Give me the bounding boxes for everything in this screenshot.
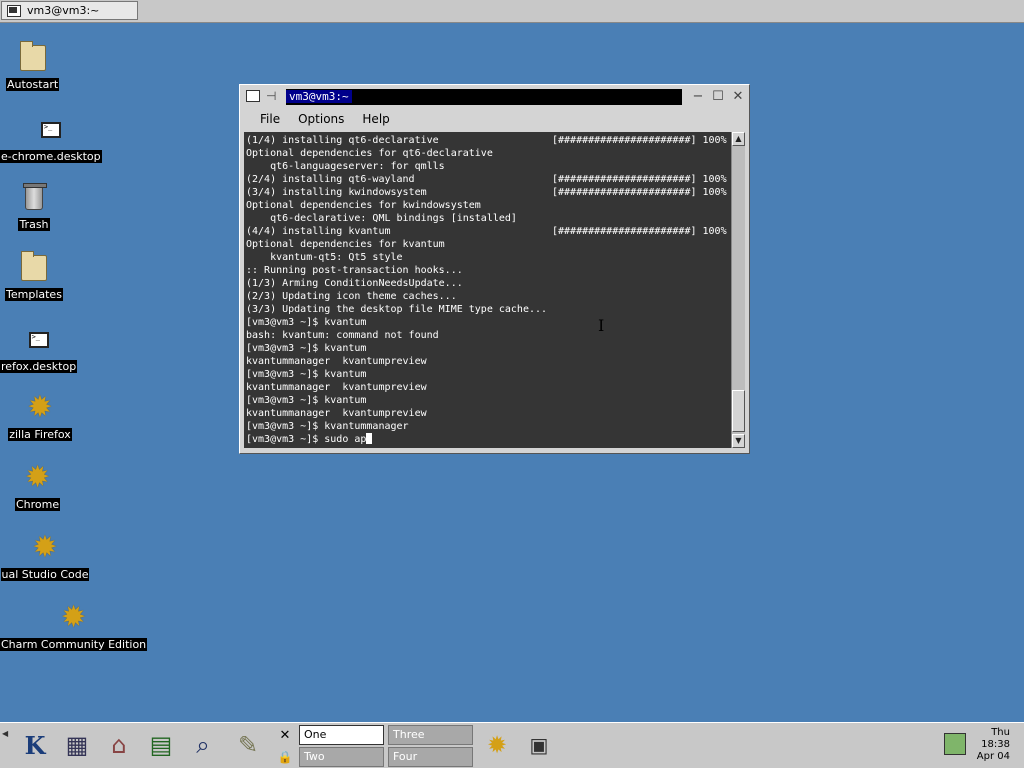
trash-icon (23, 183, 47, 210)
scroll-thumb[interactable] (732, 390, 745, 432)
desktop-icon-label: Autostart (6, 78, 60, 91)
desktop-icon-label: refox.desktop (0, 360, 78, 373)
clock-date: Apr 04 (976, 751, 1010, 762)
desktop-icon-autostart[interactable]: Autostart (6, 40, 60, 91)
progress-bar-text: [######################] 100% (552, 187, 727, 198)
terminal-line: [vm3@vm3 ~]$ kvantum (246, 343, 367, 354)
terminal-output[interactable]: (1/4) installing qt6-declarative [#######… (244, 132, 731, 448)
terminal-line: [vm3@vm3 ~]$ kvantum (246, 369, 367, 380)
desktop-icon-firefox-desktop[interactable]: refox.desktop (0, 322, 78, 373)
network-tray-icon[interactable] (944, 733, 966, 755)
terminal-line: (2/4) installing qt6-wayland [###########… (246, 174, 727, 185)
terminal-line: [vm3@vm3 ~]$ kvantum (246, 395, 367, 406)
minimize-icon[interactable]: − (690, 89, 706, 105)
menu-file[interactable]: File (260, 112, 280, 126)
terminal-line: (2/3) Updating icon theme caches... (246, 291, 457, 302)
taskbar-task-label: vm3@vm3:~ (27, 4, 100, 17)
desktop-icon-label: ual Studio Code (0, 568, 90, 581)
terminal-line: (4/4) installing kvantum [###############… (246, 226, 727, 237)
search-icon[interactable]: ⌕ (184, 725, 222, 765)
terminal-line: Optional dependencies for kvantum (246, 239, 445, 250)
desktop-icon-label: Trash (18, 218, 50, 231)
tools-icon[interactable]: ✎ (226, 725, 270, 765)
terminal-line: Optional dependencies for kwindowsystem (246, 200, 481, 211)
bottom-panel: ◀ K ▦ ⌂ ▤ ⌕ ✎ ✕ 🔒 One Three Two Four ✹ ▣… (0, 722, 1024, 768)
terminal-file-icon (40, 122, 61, 138)
desktop-icon-templates[interactable]: Templates (5, 250, 63, 301)
terminal-line: Optional dependencies for qt6-declarativ… (246, 148, 493, 159)
desktop-icon-pycharm[interactable]: ✹ Charm Community Edition (0, 600, 148, 651)
desktop-icon-label: Templates (5, 288, 63, 301)
window-list-icon[interactable]: ▦ (58, 725, 96, 765)
terminal-line: kvantum-qt5: Qt5 style (246, 252, 403, 263)
terminal-line: (3/3) Updating the desktop file MIME typ… (246, 304, 548, 315)
terminal-window: ⊣ vm3@vm3:~ − ☐ ✕ File Options Help (1/4… (239, 84, 750, 454)
gear-icon: ✹ (32, 530, 58, 565)
terminal-file-icon (28, 332, 49, 348)
lock-icon[interactable]: 🔒 (274, 747, 296, 767)
clock[interactable]: Thu 18:38 Apr 04 (970, 727, 1010, 763)
desktop-icon-chrome-desktop[interactable]: e-chrome.desktop (0, 112, 102, 163)
clock-time: 18:38 (981, 739, 1010, 750)
settings-gear-icon[interactable]: ✹ (478, 725, 516, 765)
home-icon[interactable]: ⌂ (100, 725, 138, 765)
desktop-two[interactable]: Two (299, 747, 384, 767)
progress-bar-text: [######################] 100% (552, 226, 727, 237)
desktop-icon-trash[interactable]: Trash (16, 180, 52, 231)
desktop-three[interactable]: Three (388, 725, 473, 745)
panel-handle-icon[interactable]: ◀ (2, 729, 12, 763)
close-icon[interactable]: ✕ (730, 89, 746, 105)
terminal-line: kvantummanager kvantumpreview (246, 382, 427, 393)
vertical-scrollbar[interactable]: ▲ ▼ (731, 132, 745, 448)
desktop-icon-label: Chrome (15, 498, 61, 511)
progress-bar-text: [######################] 100% (552, 174, 727, 185)
scroll-up-icon[interactable]: ▲ (732, 132, 745, 146)
terminal-line: (3/4) installing kwindowsystem [#########… (246, 187, 727, 198)
terminal-icon (7, 4, 21, 17)
block-cursor (366, 433, 373, 444)
top-taskbar: vm3@vm3:~ (0, 0, 1024, 23)
monitor-icon[interactable]: ▣ (520, 725, 558, 765)
terminal-launcher-icon[interactable]: ▤ (142, 725, 180, 765)
terminal-line: [vm3@vm3 ~]$ kvantummanager (246, 421, 409, 432)
desktop-one[interactable]: One (299, 725, 384, 745)
window-menu-icon[interactable] (246, 90, 260, 102)
window-titlebar[interactable]: ⊣ vm3@vm3:~ − ☐ ✕ (244, 88, 745, 106)
gear-icon: ✹ (27, 390, 53, 425)
desktop-icon-vscode[interactable]: ✹ ual Studio Code (0, 530, 90, 581)
terminal-line: (1/4) installing qt6-declarative [#######… (246, 135, 727, 146)
terminal-line: kvantummanager kvantumpreview (246, 408, 427, 419)
terminal-line: qt6-declarative: QML bindings [installed… (246, 213, 517, 224)
menu-help[interactable]: Help (362, 112, 389, 126)
maximize-icon[interactable]: ☐ (710, 89, 726, 105)
desktop-icon-label: e-chrome.desktop (0, 150, 102, 163)
menu-bar: File Options Help (244, 109, 745, 129)
desktop-icon-chrome[interactable]: ✹ Chrome (15, 460, 61, 511)
terminal-prompt-line[interactable]: [vm3@vm3 ~]$ sudo ap (246, 433, 731, 446)
terminal-line: (1/3) Arming ConditionNeedsUpdate... (246, 278, 463, 289)
terminal-line: qt6-languageserver: for qmlls (246, 161, 445, 172)
pin-icon[interactable]: ⊣ (266, 89, 276, 103)
desktop-four[interactable]: Four (388, 747, 473, 767)
close-desktop-icon[interactable]: ✕ (274, 725, 296, 745)
clock-day: Thu (991, 727, 1010, 738)
terminal-line: [vm3@vm3 ~]$ kvantum (246, 317, 367, 328)
desktop-icon-label: Charm Community Edition (0, 638, 148, 651)
kde-menu-icon[interactable]: K (16, 725, 54, 765)
folder-icon (19, 41, 46, 71)
taskbar-task-terminal[interactable]: vm3@vm3:~ (1, 1, 138, 20)
folder-icon (20, 251, 47, 281)
gear-icon: ✹ (25, 460, 51, 495)
progress-bar-text: [######################] 100% (552, 135, 727, 146)
desktop-icon-firefox[interactable]: ✹ zilla Firefox (0, 390, 80, 441)
menu-options[interactable]: Options (298, 112, 344, 126)
text-cursor-icon: I (598, 316, 605, 335)
terminal-line: :: Running post-transaction hooks... (246, 265, 463, 276)
desktop-icon-label: zilla Firefox (8, 428, 72, 441)
window-title: vm3@vm3:~ (286, 89, 682, 105)
terminal-line: bash: kvantum: command not found (246, 330, 439, 341)
gear-icon: ✹ (61, 600, 87, 635)
terminal-line: kvantummanager kvantumpreview (246, 356, 427, 367)
scroll-down-icon[interactable]: ▼ (732, 434, 745, 448)
